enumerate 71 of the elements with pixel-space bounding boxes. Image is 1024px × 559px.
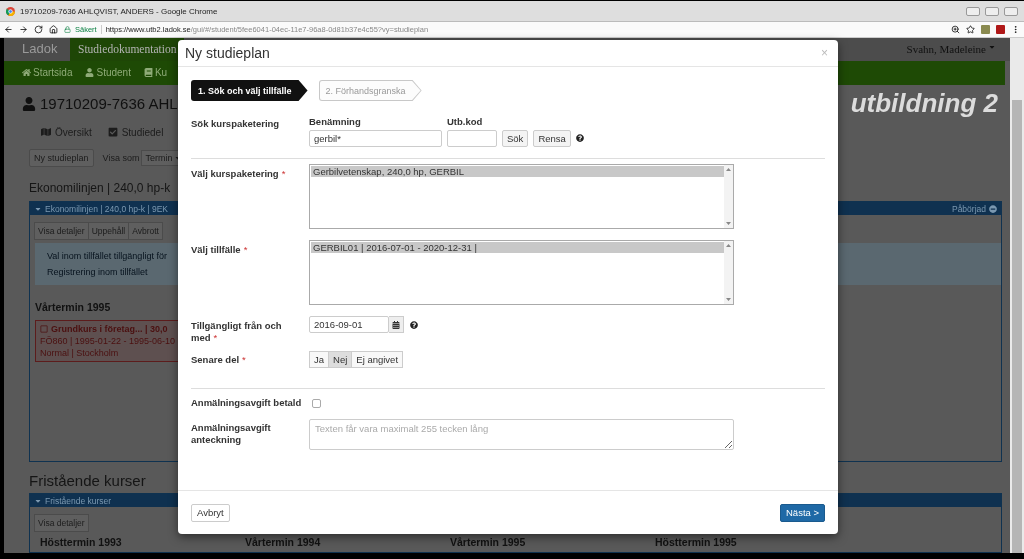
toggle-button[interactable]: Ja <box>309 351 330 368</box>
list-box[interactable]: GERBIL01 | 2016-07-01 - 2020-12-31 | <box>309 240 734 305</box>
field-label: Anmälningsavgift betald <box>191 397 303 409</box>
caret-icon <box>988 43 996 51</box>
scrollbar <box>724 241 733 304</box>
term-heading: Vårtermin 1995 <box>450 536 527 548</box>
person-icon <box>22 96 36 111</box>
collapse-icon[interactable] <box>989 204 997 213</box>
list-box[interactable]: Gerbilvetenskap, 240,0 hp, GERBIL <box>309 164 734 229</box>
list-option[interactable]: Gerbilvetenskap, 240,0 hp, GERBIL <box>311 166 724 177</box>
reload-icon[interactable] <box>34 25 43 34</box>
zoom-icon[interactable] <box>951 25 960 34</box>
list-option[interactable]: GERBIL01 | 2016-07-01 - 2020-12-31 | <box>311 242 724 253</box>
scrollbar <box>724 165 733 228</box>
term-heading: Hösttermin 1995 <box>655 536 738 548</box>
menu-icon[interactable] <box>1011 25 1020 34</box>
home-icon <box>22 68 31 78</box>
term-heading: Hösttermin 1993 <box>40 536 123 548</box>
toggle-button[interactable]: Ej angivet <box>351 351 404 368</box>
checkbox-icon <box>40 325 48 333</box>
home-icon[interactable] <box>49 25 58 34</box>
code-input[interactable] <box>447 130 497 147</box>
info-text: Val inom tillfället tillgängligt för <box>47 251 168 261</box>
nav-tab[interactable]: Studiedokumentation <box>70 38 185 61</box>
menu-item[interactable]: Ku <box>143 67 168 79</box>
browser-logo-icon <box>6 6 15 16</box>
wizard-step[interactable]: 2. Förhandsgranska <box>318 80 422 101</box>
back-icon[interactable] <box>4 25 13 34</box>
window-title: 19710209-7636 AHLQVIST, ANDERS - Google Chrome <box>20 6 219 16</box>
note-field[interactable]: Texten får vara maximalt 255 tecken lång <box>309 419 734 450</box>
menu-item[interactable]: Student <box>85 67 131 79</box>
bookmark-star-icon[interactable] <box>966 25 975 34</box>
program-heading: Ekonomilinjen | 240,0 hp-k <box>29 181 172 195</box>
student-heading: 19710209-7636 AHL <box>22 95 178 112</box>
search-button[interactable]: Rensa <box>533 130 571 147</box>
calendar-button[interactable] <box>389 316 404 333</box>
term-heading: Vårtermin 1995 <box>35 301 112 313</box>
book-icon <box>143 68 153 78</box>
field-label: Välj kurspaketering * <box>191 167 287 180</box>
checkbox[interactable] <box>312 399 321 408</box>
field-label: Välj tillfälle * <box>191 243 249 256</box>
field-label: Tillgängligt från och med * <box>191 319 283 344</box>
field-label: Benämning <box>309 116 362 127</box>
date-input[interactable]: 2016-09-01 <box>309 316 389 333</box>
brand-title: utbildning 2 <box>850 88 999 119</box>
field-label: Utb.kod <box>447 116 484 127</box>
term-heading: Vårtermin 1994 <box>245 536 322 548</box>
next-button[interactable]: Nästa > <box>780 503 825 522</box>
cancel-button[interactable]: Avbryt <box>191 503 230 522</box>
section-heading: Fristående kurser <box>29 472 147 489</box>
field-label: Senare del * <box>191 353 247 366</box>
status-label: Påbörjad <box>951 203 986 214</box>
checkbox-icon <box>107 127 118 137</box>
calendar-icon <box>392 320 400 329</box>
dialog-title: Ny studieplan <box>185 45 270 61</box>
search-button[interactable]: Sök <box>502 130 529 147</box>
info-text: Registrering inom tillfället <box>47 267 149 277</box>
course-location: Normal | Stockholm <box>40 348 120 358</box>
forward-icon[interactable] <box>19 25 28 34</box>
logo: Ladok <box>21 40 59 58</box>
help-icon[interactable] <box>575 134 584 142</box>
wizard-step[interactable]: 1. Sök och välj tillfälle <box>191 80 308 101</box>
lock-icon <box>64 26 71 33</box>
field-label: Anmälningsavgift anteckning <box>191 421 272 446</box>
user-icon <box>85 68 95 78</box>
map-icon <box>41 127 51 137</box>
help-icon[interactable] <box>410 320 418 329</box>
toggle-button[interactable]: Nej <box>328 351 353 368</box>
menu-item[interactable]: Startsida <box>22 67 73 79</box>
field-label: Sök kurspaketering <box>191 117 281 130</box>
name-input[interactable]: gerbil* <box>309 130 442 147</box>
